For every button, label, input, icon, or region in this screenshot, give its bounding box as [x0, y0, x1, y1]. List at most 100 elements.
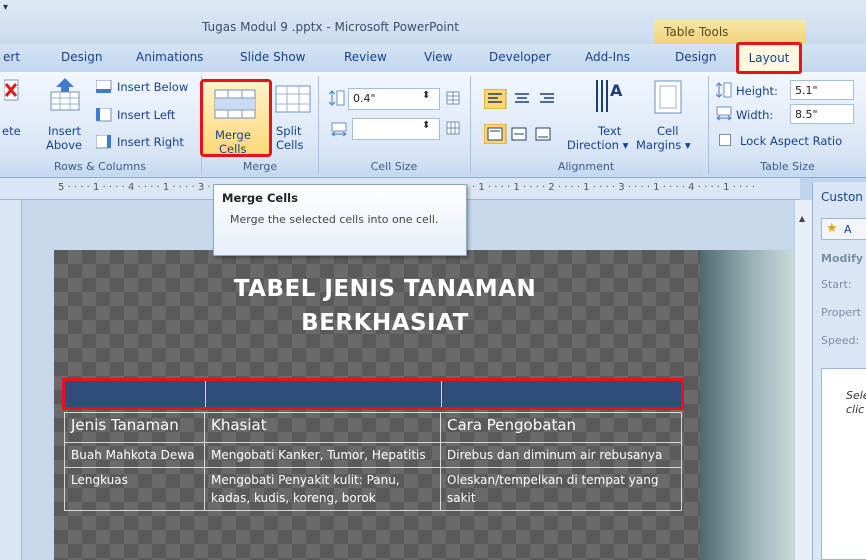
ruler-marks-right: · 1 · · · · 1 · · · · 2 · · · · 1 · · · … — [472, 182, 755, 193]
table-width-icon — [716, 106, 732, 121]
merge-cells-tooltip: Merge Cells Merge the selected cells int… — [213, 184, 467, 256]
insert-above-icon[interactable] — [48, 78, 82, 112]
tab-table-design[interactable]: Design — [675, 50, 716, 64]
tab-developer[interactable]: Developer — [489, 50, 551, 64]
custom-animation-pane: Custon ★ A Modify Start: Propert Speed: … — [812, 182, 866, 560]
slide-title-line-1: TABEL JENIS TANAMAN — [233, 276, 537, 302]
window-title: Tugas Modul 9 .pptx - Microsoft PowerPoi… — [202, 20, 459, 34]
cell-margins-label-2[interactable]: Margins ▾ — [636, 138, 691, 152]
table-width-input[interactable]: 8.5" — [790, 104, 854, 124]
merge-cells-button[interactable]: Merge Cells — [200, 79, 272, 157]
tab-review[interactable]: Review — [344, 50, 387, 64]
pane-start-label: Start: — [821, 278, 852, 291]
group-label-table-size: Table Size — [709, 158, 866, 176]
split-cells-icon[interactable] — [274, 84, 312, 116]
insert-above-label-1[interactable]: Insert — [48, 124, 81, 138]
merge-label-2: Cells — [219, 142, 247, 156]
insert-right-button[interactable]: Insert Right — [117, 135, 184, 149]
vertical-scrollbar[interactable]: ▲ — [794, 200, 812, 560]
group-label-merge: Merge — [202, 158, 318, 176]
cell-divider — [441, 381, 442, 407]
table-width-label: Width: — [736, 108, 774, 122]
ruler-marks-left: 5 · · · · 1 · · · · 4 · · · · 1 · · · · … — [58, 182, 224, 193]
cell-margins-label-1[interactable]: Cell — [657, 124, 679, 138]
vertical-align-icons[interactable] — [484, 124, 564, 144]
group-label-rows-columns: Rows & Columns — [0, 158, 200, 176]
lock-aspect-ratio-checkbox[interactable] — [719, 134, 731, 146]
delete-label[interactable]: ete — [2, 124, 21, 138]
insert-left-button[interactable]: Insert Left — [117, 108, 175, 122]
table-cell[interactable]: Oleskan/tempelkan di tempat yang sakit — [440, 467, 682, 511]
group-label-cell-size: Cell Size — [319, 158, 469, 176]
insert-left-icon — [96, 108, 112, 122]
table-header-cell[interactable]: Jenis Tanaman — [64, 412, 205, 443]
distribute-columns-icon[interactable] — [446, 121, 460, 135]
add-effect-label: A — [844, 223, 852, 236]
star-icon: ★ — [826, 221, 838, 236]
tab-animations[interactable]: Animations — [136, 50, 203, 64]
slide-title[interactable]: TABEL JENIS TANAMAN BERKHASIAT — [150, 272, 620, 340]
table-row: Lengkuas Mengobati Penyakit kulit: Panu,… — [64, 467, 682, 511]
tab-layout[interactable]: Layout — [736, 42, 802, 74]
vertical-ruler — [0, 200, 22, 560]
ribbon: ete Insert Above Insert Below Insert Lef… — [0, 72, 866, 178]
tab-design[interactable]: Design — [61, 50, 102, 64]
table-tools-context-header: Table Tools — [654, 20, 806, 44]
table-cell[interactable]: Direbus dan diminum air rebusanya — [440, 442, 682, 468]
column-width-icon — [331, 122, 347, 137]
split-label-2[interactable]: Cells — [276, 138, 304, 152]
table-row: Buah Mahkota Dewa Mengobati Kanker, Tumo… — [64, 442, 682, 468]
merge-cells-icon — [214, 89, 256, 119]
animation-list[interactable]: Sele clic — [821, 368, 866, 560]
selected-table-row[interactable] — [62, 378, 684, 410]
pane-property-label: Propert — [821, 306, 862, 319]
table-header-cell[interactable]: Khasiat — [204, 412, 441, 443]
cell-divider — [205, 381, 206, 407]
data-table[interactable]: Jenis Tanaman Khasiat Cara Pengobatan Bu… — [64, 412, 682, 511]
slide-title-line-2: BERKHASIAT — [301, 310, 469, 336]
width-spinner-icon[interactable]: ⬍ — [422, 120, 430, 131]
tab-insert[interactable]: ert — [3, 50, 20, 64]
add-effect-button[interactable]: ★ A — [821, 218, 866, 240]
svg-text:A: A — [610, 81, 623, 100]
scroll-up-icon[interactable]: ▲ — [799, 214, 805, 223]
text-direction-label-2[interactable]: Direction ▾ — [567, 138, 628, 152]
merge-label-1: Merge — [215, 128, 251, 142]
table-cell[interactable]: Lengkuas — [64, 467, 205, 511]
table-height-label: Height: — [736, 84, 778, 98]
table-header-cell[interactable]: Cara Pengobatan — [440, 412, 682, 443]
table-height-icon — [716, 82, 732, 98]
title-bar: ▾ Tugas Modul 9 .pptx - Microsoft PowerP… — [0, 0, 866, 44]
horizontal-align-icons[interactable] — [484, 89, 564, 109]
table-cell[interactable]: Buah Mahkota Dewa — [64, 442, 205, 468]
table-height-input[interactable]: 5.1" — [790, 80, 854, 100]
text-direction-icon[interactable]: A — [594, 78, 624, 114]
tooltip-text: Merge the selected cells into one cell. — [230, 213, 439, 226]
cell-margins-icon[interactable] — [654, 80, 682, 114]
quick-access-dropdown-icon[interactable]: ▾ — [3, 2, 8, 13]
slide-decoration — [700, 250, 794, 560]
table-cell[interactable]: Mengobati Penyakit kulit: Panu, kadas, k… — [204, 467, 441, 511]
table-header-row: Jenis Tanaman Khasiat Cara Pengobatan — [64, 412, 682, 443]
pane-header: Custon — [821, 190, 863, 204]
text-direction-label-1[interactable]: Text — [598, 124, 621, 138]
insert-below-button[interactable]: Insert Below — [117, 80, 188, 94]
split-label-1[interactable]: Split — [276, 124, 302, 138]
pane-hint-2: clic — [846, 403, 865, 416]
tooltip-title: Merge Cells — [222, 191, 298, 205]
tab-slide-show[interactable]: Slide Show — [240, 50, 305, 64]
row-height-icon — [329, 90, 345, 106]
tab-add-ins[interactable]: Add-Ins — [585, 50, 630, 64]
insert-right-icon — [96, 135, 111, 149]
pane-hint-1: Sele — [846, 389, 866, 402]
height-spinner-icon[interactable]: ⬍ — [422, 90, 430, 101]
tab-view[interactable]: View — [424, 50, 452, 64]
pane-modify-label: Modify — [821, 252, 864, 265]
distribute-rows-icon[interactable] — [446, 91, 460, 105]
insert-above-label-2[interactable]: Above — [46, 138, 82, 152]
delete-icon[interactable] — [4, 78, 22, 104]
lock-aspect-ratio-label[interactable]: Lock Aspect Ratio — [740, 134, 842, 148]
group-label-alignment: Alignment — [471, 158, 701, 176]
table-cell[interactable]: Mengobati Kanker, Tumor, Hepatitis — [204, 442, 441, 468]
pane-speed-label: Speed: — [821, 334, 860, 347]
